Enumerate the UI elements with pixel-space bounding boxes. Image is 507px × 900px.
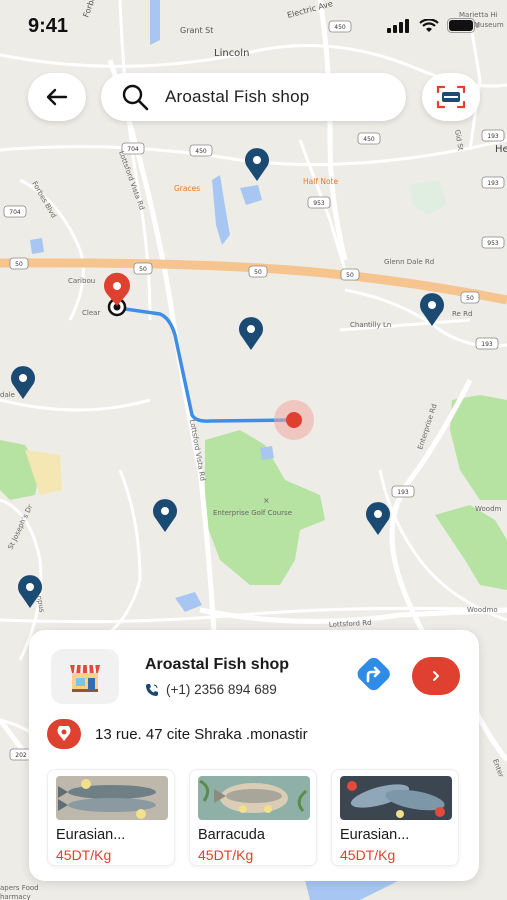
svg-text:450: 450 — [195, 148, 207, 155]
water-5 — [30, 238, 44, 254]
svg-text:953: 953 — [313, 200, 325, 207]
svg-text:50: 50 — [346, 272, 354, 279]
product-name: Eurasian... — [56, 827, 126, 843]
status-bar: 9:41 — [0, 0, 507, 56]
search-query: Aroastal Fish shop — [165, 87, 310, 106]
product-price: 45DT/Kg — [56, 847, 112, 863]
svg-text:Woodm: Woodm — [475, 505, 502, 513]
product-price: 45DT/Kg — [198, 847, 254, 863]
back-arrow-icon — [46, 88, 68, 106]
product-card[interactable]: Eurasian... 45DT/Kg — [331, 769, 459, 866]
product-name: Eurasian... — [340, 827, 410, 843]
shop-phone: (+1) 2356 894 689 — [166, 682, 277, 697]
svg-text:Chantilly Ln: Chantilly Ln — [350, 321, 391, 329]
status-time: 9:41 — [28, 15, 69, 37]
svg-text:harmacy: harmacy — [0, 893, 31, 900]
destination-dot[interactable] — [286, 412, 302, 428]
svg-text:450: 450 — [363, 136, 375, 143]
scan-button[interactable] — [422, 73, 480, 121]
svg-text:704: 704 — [9, 209, 21, 216]
search-input[interactable]: Aroastal Fish shop — [101, 73, 406, 121]
wifi-icon — [419, 18, 439, 32]
product-card[interactable]: Barracuda 45DT/Kg — [189, 769, 317, 866]
svg-text:193: 193 — [481, 341, 493, 348]
phone-icon — [146, 683, 158, 696]
svg-text:193: 193 — [397, 489, 409, 496]
svg-text:193: 193 — [487, 180, 499, 187]
golf-marker-icon: × — [263, 496, 270, 505]
product-image — [198, 776, 310, 820]
product-list: Eurasian... 45DT/Kg Barracuda 45DT/Kg Eu… — [47, 769, 459, 866]
directions-button[interactable] — [354, 658, 394, 694]
product-price: 45DT/Kg — [340, 847, 396, 863]
svg-text:dale: dale — [0, 391, 15, 399]
cellular-signal-icon — [387, 18, 409, 33]
svg-text:Woodmo: Woodmo — [467, 606, 498, 614]
svg-text:953: 953 — [487, 240, 499, 247]
svg-text:50: 50 — [466, 295, 474, 302]
search-icon — [122, 84, 149, 111]
svg-text:He: He — [495, 144, 507, 155]
svg-text:Clear: Clear — [82, 309, 100, 317]
product-card[interactable]: Eurasian... 45DT/Kg — [47, 769, 175, 866]
svg-text:Half Note: Half Note — [303, 177, 338, 186]
chevron-right-icon — [433, 671, 439, 681]
product-image — [56, 776, 168, 820]
shop-thumbnail — [51, 649, 119, 704]
product-name: Barracuda — [198, 827, 265, 843]
current-location-icon[interactable] — [104, 272, 130, 317]
go-button[interactable] — [412, 657, 460, 695]
shop-name: Aroastal Fish shop — [145, 656, 290, 673]
battery-icon — [447, 18, 479, 33]
shop-icon — [70, 664, 100, 692]
water-7 — [260, 446, 274, 460]
svg-text:Graces: Graces — [174, 184, 200, 193]
svg-text:202: 202 — [15, 752, 27, 759]
back-button[interactable] — [28, 73, 86, 121]
svg-text:Re Rd: Re Rd — [452, 310, 472, 318]
svg-text:Glenn Dale Rd: Glenn Dale Rd — [384, 258, 434, 266]
shop-address: 13 rue. 47 cite Shraka .monastir — [95, 725, 308, 743]
location-pin-icon — [57, 726, 71, 741]
address-row: 13 rue. 47 cite Shraka .monastir — [47, 719, 308, 749]
svg-text:Enterprise Golf Course: Enterprise Golf Course — [213, 509, 292, 517]
svg-text:704: 704 — [127, 146, 139, 153]
svg-text:50: 50 — [139, 266, 147, 273]
status-icons — [387, 18, 479, 33]
product-image — [340, 776, 452, 820]
svg-text:193: 193 — [487, 133, 499, 140]
directions-icon — [357, 658, 390, 691]
shop-card[interactable]: Aroastal Fish shop (+1) 2356 894 689 13 … — [29, 630, 479, 881]
svg-text:apers Food: apers Food — [0, 884, 39, 892]
shop-phone-row[interactable]: (+1) 2356 894 689 — [145, 682, 277, 697]
svg-text:50: 50 — [15, 261, 23, 268]
svg-text:Caribou: Caribou — [68, 277, 95, 285]
svg-text:50: 50 — [254, 269, 262, 276]
scan-icon — [436, 85, 466, 109]
address-pin — [47, 719, 81, 749]
